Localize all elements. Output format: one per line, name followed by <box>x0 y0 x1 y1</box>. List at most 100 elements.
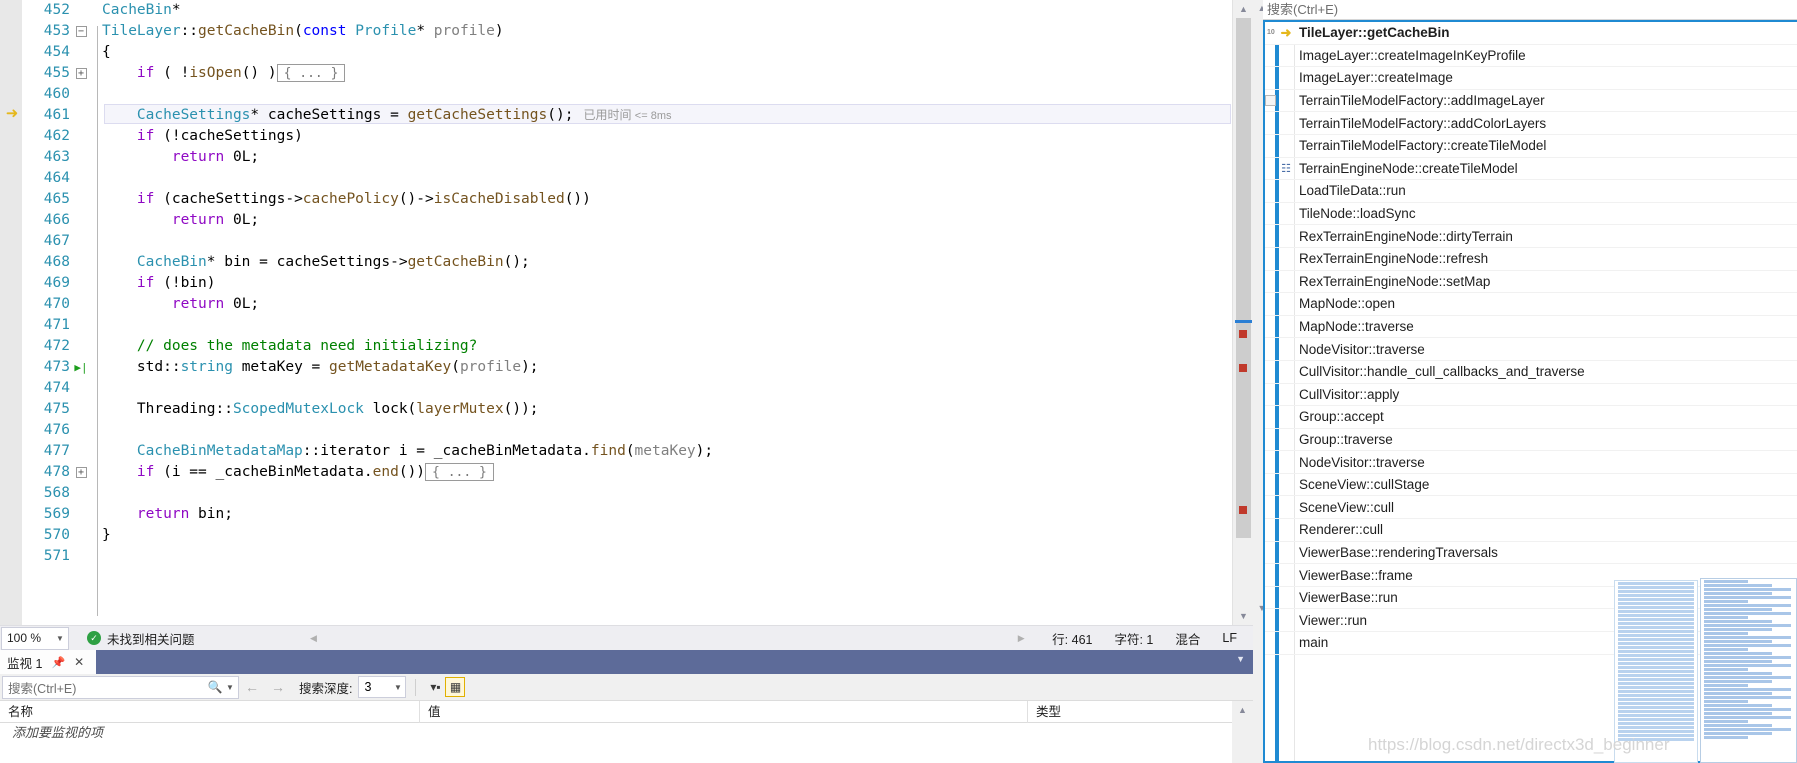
call-stack-row[interactable]: CullVisitor::handle_cull_callbacks_and_t… <box>1265 361 1797 384</box>
chevron-down-icon[interactable]: ▼ <box>226 683 238 692</box>
call-stack-row[interactable]: ImageLayer::createImage <box>1265 67 1797 90</box>
call-stack-row[interactable]: SceneView::cullStage <box>1265 474 1797 497</box>
expand-frame-icon[interactable] <box>1265 95 1276 107</box>
code-line[interactable]: 570 } <box>22 525 1232 546</box>
triangle-up-icon[interactable]: ▲ <box>1232 701 1253 719</box>
watch-vertical-scrollbar[interactable]: ▲ <box>1232 701 1253 763</box>
chevron-down-icon[interactable]: ▼ <box>390 683 405 692</box>
call-stack-row[interactable]: Group::traverse <box>1265 429 1797 452</box>
call-stack-row[interactable]: LoadTileData::run <box>1265 180 1797 203</box>
search-depth-combobox[interactable]: 3 ▼ <box>358 676 407 698</box>
code-line[interactable]: 453− TileLayer::getCacheBin(const Profil… <box>22 21 1232 42</box>
thumbnail-line <box>1618 674 1694 677</box>
code-line[interactable]: 461 CacheSettings* cacheSettings = getCa… <box>22 105 1232 126</box>
chevron-down-icon[interactable]: ▼ <box>52 634 68 643</box>
code-line[interactable]: 467 <box>22 231 1232 252</box>
arrow-left-icon[interactable]: ← <box>239 679 265 695</box>
call-stack-row[interactable]: TerrainTileModelFactory::addColorLayers <box>1265 112 1797 135</box>
collapsed-block[interactable]: { ... } <box>276 64 346 82</box>
eol-indicator[interactable]: LF <box>1222 631 1237 645</box>
scroll-down-icon[interactable]: ▼ <box>1233 607 1253 625</box>
thumbnail-line <box>1704 724 1773 727</box>
call-stack-row[interactable]: ViewerBase::renderingTraversals <box>1265 542 1797 565</box>
code-line[interactable]: 462 if (!cacheSettings) <box>22 126 1232 147</box>
code-line[interactable]: 477 CacheBinMetadataMap::iterator i = _c… <box>22 441 1232 462</box>
call-stack-row[interactable]: 10 ➜ TileLayer::getCacheBin <box>1265 22 1797 45</box>
code-line[interactable]: 455 + if ( !isOpen() ){ ... } <box>22 63 1232 84</box>
watch-rows[interactable]: 添加要监视的项 <box>0 723 1253 763</box>
call-stack-row[interactable]: RexTerrainEngineNode::dirtyTerrain <box>1265 225 1797 248</box>
pin-icon[interactable]: 📌 <box>51 656 65 669</box>
code-line[interactable]: 469 if (!bin) <box>22 273 1232 294</box>
call-stack-row[interactable]: ☷ TerrainEngineNode::createTileModel <box>1265 158 1797 181</box>
call-stack-row[interactable]: NodeVisitor::traverse <box>1265 451 1797 474</box>
code-line[interactable]: 454 { <box>22 42 1232 63</box>
code-line[interactable]: 475 Threading::ScopedMutexLock lock(laye… <box>22 399 1232 420</box>
scrollbar-thumb[interactable] <box>1236 18 1251 538</box>
thumbnail-line <box>1618 618 1694 621</box>
call-stack-rows[interactable]: 10 ➜ TileLayer::getCacheBin ImageLayer::cre… <box>1265 22 1797 655</box>
mode-indicator[interactable]: 混合 <box>1175 629 1200 648</box>
call-stack-row[interactable]: MapNode::open <box>1265 293 1797 316</box>
call-stack-row[interactable]: TerrainTileModelFactory::createTileModel <box>1265 135 1797 158</box>
column-header-value[interactable]: 值 <box>420 700 1028 723</box>
call-stack-search-input[interactable]: 搜索(Ctrl+E) <box>1263 0 1797 20</box>
editor-vertical-scrollbar[interactable]: ▲ ▼ <box>1232 0 1253 625</box>
zoom-level-combobox[interactable]: 100 % ▼ <box>1 626 69 650</box>
column-header-type[interactable]: 类型 <box>1028 701 1253 723</box>
call-stack-row[interactable]: RexTerrainEngineNode::setMap <box>1265 271 1797 294</box>
call-stack-row[interactable]: SceneView::cull <box>1265 496 1797 520</box>
thumbnail-line <box>1704 584 1773 587</box>
call-stack-row[interactable]: TerrainTileModelFactory::addImageLayer <box>1265 90 1797 113</box>
code-line[interactable]: 478 + if (i == _cacheBinMetadata.end()){ … <box>22 462 1232 483</box>
expand-region-icon[interactable]: + <box>70 63 92 84</box>
code-line[interactable]: 571 <box>22 546 1232 567</box>
code-text-area[interactable]: 452 CacheBin* 453− TileLayer::getCacheBin… <box>22 0 1232 625</box>
code-line[interactable]: 471 <box>22 315 1232 336</box>
call-stack-row[interactable]: Renderer::cull <box>1265 519 1797 542</box>
collapsed-block[interactable]: { ... } <box>425 463 494 481</box>
next-issue-icon[interactable]: ▶ <box>1012 633 1030 644</box>
editor-indicator-margin[interactable] <box>0 0 22 625</box>
code-line[interactable]: 460 <box>22 84 1232 105</box>
line-number: 478 <box>43 464 70 480</box>
scroll-up-icon[interactable]: ▲ <box>1233 0 1253 18</box>
filter-pin-icon[interactable]: ▾▪ <box>425 677 445 697</box>
watch-add-item-row[interactable]: 添加要监视的项 <box>0 723 1253 743</box>
code-line[interactable]: 568 <box>22 483 1232 504</box>
code-line[interactable]: 474 <box>22 378 1232 399</box>
code-line[interactable]: 463 return 0L; <box>22 147 1232 168</box>
call-stack-row[interactable]: TileNode::loadSync <box>1265 203 1797 226</box>
call-stack-row[interactable]: ImageLayer::createImageInKeyProfile <box>1265 45 1797 68</box>
watch-search-input[interactable]: 搜索(Ctrl+E) 🔍 ▼ <box>2 675 239 699</box>
line-number: 462 <box>43 128 70 144</box>
call-stack-row[interactable]: MapNode::traverse <box>1265 316 1797 339</box>
arrow-right-icon[interactable]: → <box>265 679 291 695</box>
collapse-region-icon[interactable]: − <box>70 21 92 42</box>
tab-watch-1[interactable]: 监视 1 📌 ✕ <box>0 650 96 674</box>
thumbnail-line <box>1704 612 1792 615</box>
call-stack-row[interactable]: NodeVisitor::traverse <box>1265 338 1797 361</box>
next-statement-icon[interactable]: ▶| <box>70 357 92 379</box>
code-line[interactable]: 476 <box>22 420 1232 441</box>
expand-region-icon[interactable]: + <box>70 462 92 483</box>
code-line[interactable]: 472 // does the metadata need initializi… <box>22 336 1232 357</box>
code-line[interactable]: 465 if (cacheSettings->cachePolicy()->is… <box>22 189 1232 210</box>
close-icon[interactable]: ✕ <box>74 655 84 669</box>
code-line[interactable]: 468 CacheBin* bin = cacheSettings->getCa… <box>22 252 1232 273</box>
code-line[interactable]: 470 return 0L; <box>22 294 1232 315</box>
call-stack-row[interactable]: RexTerrainEngineNode::refresh <box>1265 248 1797 271</box>
code-line[interactable]: 452 CacheBin* <box>22 0 1232 21</box>
call-stack-row[interactable]: Group::accept <box>1265 406 1797 429</box>
code-line[interactable]: 466 return 0L; <box>22 210 1232 231</box>
column-header-name[interactable]: 名称 <box>0 700 420 723</box>
code-editor-pane[interactable]: ➜ 452 CacheBin* 453− TileLayer::getCacheB… <box>0 0 1253 625</box>
call-stack-row[interactable]: CullVisitor::apply <box>1265 384 1797 407</box>
code-line[interactable]: 569 return bin; <box>22 504 1232 525</box>
code-line[interactable]: 464 <box>22 168 1232 189</box>
chevron-down-icon[interactable]: ▼ <box>1236 654 1245 664</box>
prev-issue-icon[interactable]: ◀ <box>305 633 323 644</box>
hex-display-icon[interactable]: ▦ <box>445 677 466 697</box>
code-line[interactable]: 473 ▶| std::string metaKey = getMetadataK… <box>22 357 1232 378</box>
magnifier-icon[interactable]: 🔍 <box>204 680 226 694</box>
